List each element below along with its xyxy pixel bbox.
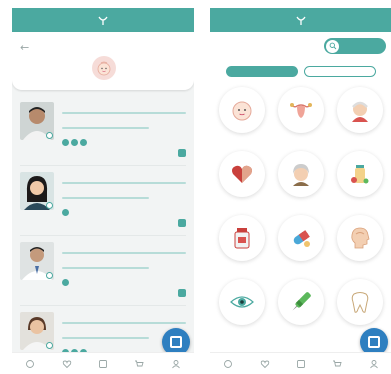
doctor-card[interactable]	[20, 166, 186, 236]
elderly-person-icon	[337, 87, 384, 133]
doctor-name	[62, 170, 186, 179]
chat-icon	[170, 336, 182, 348]
doctor-specialty	[62, 186, 186, 194]
doctor-card[interactable]	[20, 96, 186, 166]
department-item[interactable]	[212, 215, 271, 275]
online-badge	[46, 272, 53, 279]
cart-icon[interactable]	[133, 358, 145, 370]
back-arrow-icon[interactable]: ←	[20, 41, 29, 54]
elderly-woman-icon	[277, 151, 324, 197]
department-item[interactable]	[271, 215, 330, 275]
day-dot	[80, 139, 87, 146]
head-profile-icon	[337, 215, 384, 261]
doctor-schedule	[62, 129, 186, 137]
online-badge	[46, 132, 53, 139]
department-item[interactable]	[331, 215, 390, 275]
day-dot	[62, 139, 69, 146]
day-dot	[71, 139, 78, 146]
doctor-schedule	[62, 199, 186, 207]
doctor-name	[62, 310, 186, 319]
department-item[interactable]	[331, 87, 390, 147]
department-header: ←	[12, 32, 194, 90]
department-item[interactable]	[271, 151, 330, 211]
available-days	[62, 279, 186, 286]
heart-icon	[218, 151, 265, 197]
search-button[interactable]	[324, 38, 386, 54]
department-item[interactable]	[271, 279, 330, 339]
app-logo-icon	[96, 13, 110, 27]
profile-icon[interactable]	[368, 358, 380, 370]
heart-pulse-icon[interactable]	[61, 358, 73, 370]
divider	[62, 112, 186, 114]
online-badge	[46, 202, 53, 209]
doctor-photo	[20, 312, 54, 350]
app-header	[12, 8, 194, 32]
department-item[interactable]	[212, 87, 271, 147]
schedule-icon[interactable]	[97, 358, 109, 370]
department-item[interactable]	[271, 87, 330, 147]
day-dot	[62, 209, 69, 216]
doctor-specialty	[62, 256, 186, 264]
app-logo-icon	[294, 13, 308, 27]
doctor-specialty	[62, 116, 186, 124]
divider	[62, 322, 186, 324]
search-row	[210, 32, 391, 60]
doctor-name	[62, 100, 186, 109]
pills-bottle-icon	[337, 151, 384, 197]
heart-pulse-icon[interactable]	[259, 358, 271, 370]
book-button[interactable]	[178, 219, 186, 227]
doctor-name	[62, 240, 186, 249]
department-item[interactable]	[212, 151, 271, 211]
cart-icon[interactable]	[331, 358, 343, 370]
department-item[interactable]	[331, 151, 390, 211]
department-item[interactable]	[212, 279, 271, 339]
available-days	[62, 139, 186, 146]
day-dot	[62, 279, 69, 286]
home-icon[interactable]	[222, 358, 234, 370]
capsule-icon	[277, 215, 324, 261]
baby-face-icon	[218, 87, 265, 133]
available-days	[62, 209, 186, 216]
department-grid-screen	[210, 8, 391, 374]
profile-icon[interactable]	[170, 358, 182, 370]
uterus-icon	[277, 87, 324, 133]
doctor-photo	[20, 242, 54, 280]
divider	[62, 252, 186, 254]
book-button[interactable]	[178, 289, 186, 297]
medicine-bottle-icon	[218, 215, 265, 261]
tab-bar	[210, 66, 391, 77]
tooth-icon	[337, 279, 384, 325]
department-grid	[210, 77, 391, 339]
baby-face-icon	[92, 56, 116, 80]
chat-icon	[368, 336, 380, 348]
divider	[62, 182, 186, 184]
app-header	[210, 8, 391, 32]
doctor-photo	[20, 102, 54, 140]
online-badge	[46, 342, 53, 349]
doctor-card[interactable]	[20, 236, 186, 306]
doctor-photo	[20, 172, 54, 210]
syringe-pen-icon	[277, 279, 324, 325]
tab-adult[interactable]	[226, 66, 298, 77]
bottom-nav	[210, 352, 391, 374]
book-button[interactable]	[178, 149, 186, 157]
home-icon[interactable]	[24, 358, 36, 370]
search-icon	[326, 39, 339, 53]
doctor-schedule	[62, 269, 186, 277]
schedule-icon[interactable]	[295, 358, 307, 370]
eye-icon	[218, 279, 265, 325]
doctor-list-screen: ←	[12, 8, 194, 374]
bottom-nav	[12, 352, 194, 374]
tab-child[interactable]	[304, 66, 376, 77]
